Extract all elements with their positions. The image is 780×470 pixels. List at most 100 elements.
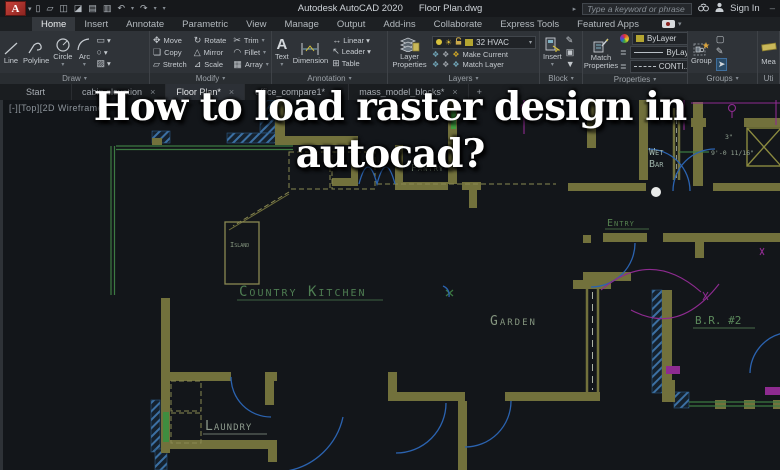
- leader-tool[interactable]: ↖ Leader ▾: [332, 46, 371, 57]
- titlebar-right: ▸ Sign In –: [573, 2, 775, 15]
- trim-tool[interactable]: ✂ Trim ▾: [233, 35, 268, 46]
- tab-collaborate[interactable]: Collaborate: [425, 17, 492, 31]
- search-scope-caret-icon[interactable]: ▸: [573, 5, 577, 13]
- app-logo-icon[interactable]: A: [5, 1, 26, 16]
- group-tool[interactable]: Group: [691, 39, 712, 65]
- panel-utilities-footer[interactable]: Uti: [758, 73, 779, 84]
- ellipse-caret-icon[interactable]: ▾: [104, 48, 108, 57]
- measure-icon[interactable]: [760, 39, 777, 57]
- arc-tool[interactable]: Arc ▾: [76, 35, 92, 68]
- move-tool[interactable]: ✥ Move: [153, 35, 187, 46]
- search-input[interactable]: [582, 2, 693, 15]
- leader-caret-icon[interactable]: ▾: [367, 47, 371, 56]
- table-tool[interactable]: ⊞ Table: [332, 58, 371, 69]
- save-as-icon[interactable]: ◪: [74, 1, 83, 16]
- sign-in-button[interactable]: Sign In: [730, 3, 760, 14]
- text-tool[interactable]: A Text ▾: [275, 35, 289, 68]
- tab-featured-apps[interactable]: Featured Apps: [568, 17, 648, 31]
- group-select-icon[interactable]: ➤: [715, 57, 728, 71]
- undo-caret-icon[interactable]: ▾: [131, 5, 134, 12]
- layer-freeze-sun-icon[interactable]: ☀: [445, 38, 452, 47]
- tab-home[interactable]: Home: [32, 17, 76, 31]
- lineweight-dropdown[interactable]: ByLayer ▾: [629, 46, 687, 59]
- scale-tool[interactable]: ⊿ Scale: [194, 59, 227, 70]
- panel-modify-footer[interactable]: Modify ▾: [150, 73, 271, 84]
- fillet-caret-icon[interactable]: ▾: [263, 49, 266, 56]
- screen-capture-icon[interactable]: [661, 20, 675, 28]
- panel-groups-footer[interactable]: Groups ▾: [688, 73, 757, 84]
- make-current-tool[interactable]: ❖ ❖ ❖ Make Current: [432, 50, 536, 59]
- layer-color-swatch[interactable]: [465, 38, 474, 46]
- plot-icon[interactable]: ▤: [88, 1, 97, 16]
- open-file-icon[interactable]: ▱: [46, 1, 53, 16]
- circle-caret-icon[interactable]: ▾: [61, 62, 64, 68]
- save-icon[interactable]: ◫: [59, 1, 68, 16]
- match-layer-tool[interactable]: ❖ ❖ ❖ Match Layer: [432, 60, 536, 69]
- rectangle-caret-icon[interactable]: ▾: [107, 36, 111, 45]
- hatch-tool-icon[interactable]: ▨: [96, 58, 105, 69]
- match-properties-tool[interactable]: Match Properties: [584, 36, 618, 70]
- rotate-tool[interactable]: ↻ Rotate: [194, 35, 227, 46]
- panel-draw-footer[interactable]: Draw ▾: [0, 73, 149, 84]
- panel-annotation-footer[interactable]: Annotation ▾: [272, 73, 387, 84]
- layer-properties-tool[interactable]: Layer Properties: [391, 35, 428, 69]
- layer-on-bulb-icon[interactable]: [436, 39, 442, 45]
- panel-block-footer[interactable]: Block ▾: [540, 73, 582, 84]
- linear-tool[interactable]: ↔ Linear ▾: [332, 35, 371, 45]
- layer-lock-icon[interactable]: [455, 37, 462, 47]
- layer-dropdown-caret-icon[interactable]: ▾: [529, 39, 532, 46]
- layer-select-dropdown[interactable]: ☀ 32 HVAC ▾: [432, 35, 536, 49]
- object-color-dropdown[interactable]: ByLayer ▾: [632, 32, 687, 45]
- redo-caret-icon[interactable]: ▾: [154, 5, 157, 12]
- tab-parametric[interactable]: Parametric: [173, 17, 237, 31]
- polyline-label: Polyline: [23, 56, 50, 66]
- panel-layers-footer[interactable]: Layers ▾: [388, 73, 539, 84]
- panel-properties-footer[interactable]: Properties ▾: [583, 74, 687, 84]
- window-minimize-icon[interactable]: –: [770, 3, 775, 14]
- tab-express-tools[interactable]: Express Tools: [491, 17, 568, 31]
- search-binoculars-icon[interactable]: [698, 2, 710, 15]
- array-tool[interactable]: ▦ Array ▾: [233, 59, 268, 70]
- edit-attributes-icon[interactable]: ▣: [566, 47, 575, 58]
- tab-insert[interactable]: Insert: [75, 17, 117, 31]
- polyline-tool[interactable]: Polyline: [23, 39, 49, 65]
- undo-icon[interactable]: ↶: [117, 1, 125, 16]
- redo-icon[interactable]: ↷: [140, 1, 148, 16]
- mirror-tool[interactable]: △ Mirror: [194, 47, 227, 58]
- tab-view[interactable]: View: [237, 17, 275, 31]
- edit-block-icon[interactable]: ✎: [566, 35, 575, 46]
- insert-caret-icon[interactable]: ▾: [551, 62, 554, 68]
- stretch-tool[interactable]: ▱ Stretch: [153, 59, 187, 70]
- hatch-caret-icon[interactable]: ▾: [107, 59, 111, 68]
- linetype-dropdown[interactable]: CONTI... ▾: [629, 60, 687, 73]
- trim-caret-icon[interactable]: ▾: [262, 37, 265, 44]
- tab-add-ins[interactable]: Add-ins: [374, 17, 424, 31]
- dimension-tool[interactable]: Dimension: [293, 39, 328, 65]
- block-more-icon[interactable]: ▼: [566, 59, 575, 69]
- linear-caret-icon[interactable]: ▾: [366, 36, 370, 45]
- fillet-tool[interactable]: ◠ Fillet ▾: [233, 47, 268, 58]
- ribbon-extra-caret-icon[interactable]: ▾: [678, 20, 682, 28]
- measure-label: Mea: [761, 56, 776, 66]
- line-tool[interactable]: Line: [3, 39, 19, 65]
- group-edit-icon[interactable]: ✎: [716, 46, 728, 57]
- user-icon[interactable]: [715, 2, 724, 15]
- arc-caret-icon[interactable]: ▾: [83, 62, 86, 68]
- panel-draw: Line Polyline Circle ▾ Arc ▾ ▭ ▾ ○ ▾ ▨ ▾…: [0, 31, 150, 84]
- tab-manage[interactable]: Manage: [276, 17, 328, 31]
- app-menu-caret-icon[interactable]: ▾: [28, 5, 32, 13]
- tab-annotate[interactable]: Annotate: [117, 17, 173, 31]
- circle-tool[interactable]: Circle ▾: [53, 35, 72, 68]
- new-file-icon[interactable]: ▯: [36, 1, 41, 16]
- print-icon[interactable]: ▥: [103, 1, 112, 16]
- tab-output[interactable]: Output: [328, 17, 375, 31]
- rectangle-tool-icon[interactable]: ▭: [96, 35, 105, 46]
- ungroup-icon[interactable]: ▢: [716, 34, 728, 45]
- insert-block-tool[interactable]: Insert ▾: [543, 35, 562, 68]
- copy-tool[interactable]: ❏ Copy: [153, 47, 187, 58]
- qat-customize-icon[interactable]: ▾: [163, 5, 166, 12]
- dimension-icon: [300, 39, 320, 56]
- array-caret-icon[interactable]: ▾: [266, 61, 269, 68]
- ellipse-tool-icon[interactable]: ○: [96, 47, 101, 57]
- text-caret-icon[interactable]: ▾: [280, 62, 283, 68]
